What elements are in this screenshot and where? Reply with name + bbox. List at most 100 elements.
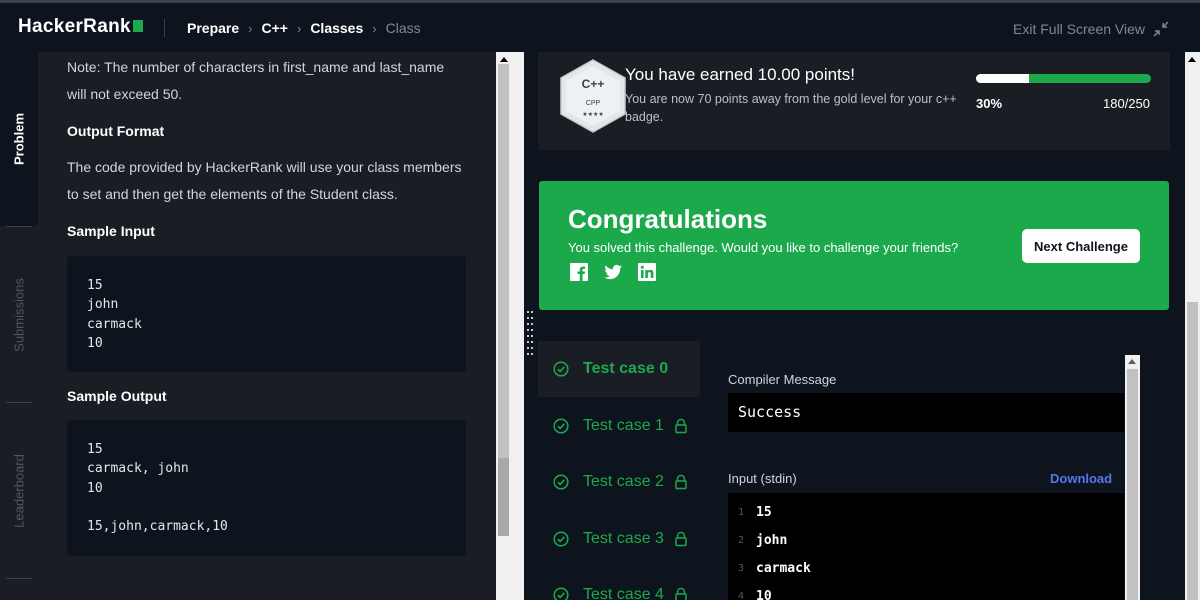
check-circle-icon: [553, 587, 569, 600]
stdin-line: 1 15: [728, 498, 772, 526]
test-case-item[interactable]: Test case 3: [538, 511, 700, 567]
line-value: 10: [756, 588, 772, 600]
test-case-label: Test case 3: [583, 529, 664, 547]
header-divider: [164, 19, 165, 37]
input-stdin-box: 1 15 2 john 3 carmack 4 10: [728, 493, 1124, 600]
output-format-text: The code provided by HackerRank will use…: [67, 159, 462, 202]
test-case-label: Test case 4: [583, 586, 664, 600]
congratulations-banner: Congratulations You solved this challeng…: [539, 181, 1169, 310]
scroll-up-arrow-icon[interactable]: [500, 57, 508, 62]
line-value: carmack: [756, 560, 811, 576]
input-stdin-label: Input (stdin): [728, 471, 797, 486]
breadcrumb-prepare[interactable]: Prepare: [187, 20, 239, 36]
badge-hex-title: C++: [582, 77, 605, 91]
logo-text: HackerRank: [18, 16, 131, 37]
test-case-label: Test case 2: [583, 473, 664, 490]
line-value: 15: [756, 504, 772, 520]
download-link[interactable]: Download: [1050, 471, 1112, 486]
test-output-area: Compiler Message Success Input (stdin) D…: [728, 355, 1133, 600]
tab-divider: [6, 578, 32, 579]
collapse-icon[interactable]: [1153, 21, 1169, 37]
check-circle-icon: [553, 361, 569, 377]
panel-resize-handle[interactable]: [526, 309, 534, 355]
problem-note: Note: The number of characters in first_…: [67, 59, 445, 102]
congrats-title: Congratulations: [568, 204, 768, 234]
test-case-label: Test case 0: [583, 360, 669, 377]
breadcrumb-class: Class: [385, 20, 421, 36]
sample-output-box: 15 carmack, john 10 15,john,carmack,10: [67, 420, 466, 556]
line-value: john: [756, 532, 788, 548]
badge-card: C++ CPP ★★★★ You have earned 10.00 point…: [538, 52, 1170, 150]
lock-icon: [675, 474, 687, 490]
line-number: 1: [737, 506, 744, 518]
badge-stars: ★★★★: [582, 111, 604, 118]
check-circle-icon: [553, 474, 569, 490]
breadcrumb-classes[interactable]: Classes: [310, 20, 363, 36]
results-panel: C++ CPP ★★★★ You have earned 10.00 point…: [538, 52, 1200, 600]
points-earned-subtext: You are now 70 points away from the gold…: [625, 92, 957, 124]
tab-leaderboard[interactable]: Leaderboard: [0, 404, 38, 578]
scrollbar-thumb[interactable]: [1127, 369, 1138, 600]
stdin-line: 3 carmack: [728, 554, 811, 582]
badge-hex-sub: CPP: [586, 100, 601, 107]
sample-input-box: 15 john carmack 10: [67, 256, 466, 372]
chevron-right-icon: ›: [296, 20, 302, 36]
line-number: 4: [737, 590, 744, 600]
exit-full-screen-link[interactable]: Exit Full Screen View: [1013, 21, 1145, 37]
output-scrollbar[interactable]: [1125, 355, 1140, 600]
cpp-badge-icon: C++ CPP ★★★★: [560, 59, 626, 133]
hackerrank-logo[interactable]: HackerRank: [18, 16, 143, 38]
progress-percent: 30%: [976, 96, 1003, 111]
test-case-item[interactable]: Test case 1: [538, 398, 700, 454]
breadcrumb-cpp[interactable]: C++: [262, 20, 288, 36]
points-earned-title: You have earned 10.00 points!: [625, 65, 856, 84]
compiler-message-box: Success: [728, 393, 1124, 432]
chevron-right-icon: ›: [248, 20, 253, 36]
stdin-line: 2 john: [728, 526, 787, 554]
sample-output-heading: Sample Output: [67, 388, 167, 404]
top-bar: HackerRank Prepare › C++ › Classes › Cla…: [0, 0, 1200, 52]
scrollbar-thumb[interactable]: [498, 64, 509, 498]
scroll-up-arrow-icon[interactable]: [1188, 57, 1196, 62]
check-circle-icon: [553, 417, 569, 434]
lock-icon: [675, 418, 687, 433]
tab-problem[interactable]: Problem: [0, 52, 38, 226]
output-format-heading: Output Format: [67, 123, 165, 139]
page-scrollbar[interactable]: [1185, 52, 1200, 600]
sample-input-heading: Sample Input: [67, 223, 155, 239]
breadcrumb: Prepare › C++ › Classes › Class: [187, 20, 421, 36]
test-case-label: Test case 1: [583, 416, 664, 434]
chevron-right-icon: ›: [372, 20, 377, 36]
twitter-icon[interactable]: [603, 262, 623, 282]
progress-fill: [976, 74, 1029, 83]
logo-square-icon: [132, 20, 143, 32]
tab-divider: [6, 226, 32, 227]
compiler-message-label: Compiler Message: [728, 372, 837, 387]
facebook-icon[interactable]: [569, 262, 589, 282]
stdin-line: 4 10: [728, 582, 772, 600]
lock-icon: [675, 587, 687, 600]
scrollbar-thumb-active[interactable]: [498, 458, 509, 536]
scroll-up-arrow-icon[interactable]: [1128, 359, 1136, 364]
line-number: 2: [737, 534, 744, 546]
tab-leaderboard-label: Leaderboard: [11, 454, 27, 528]
tab-divider: [6, 402, 32, 403]
problem-scrollbar[interactable]: [496, 52, 524, 600]
scrollbar-thumb[interactable]: [1187, 302, 1198, 600]
share-icons: [569, 262, 671, 282]
test-case-item[interactable]: Test case 4: [538, 567, 700, 600]
linkedin-icon[interactable]: [637, 262, 657, 282]
tab-submissions-label: Submissions: [11, 278, 27, 352]
check-circle-icon: [553, 530, 569, 547]
test-case-item[interactable]: Test case 2: [538, 454, 700, 510]
badge-progress-bar: [976, 74, 1151, 83]
congrats-subtitle: You solved this challenge. Would you lik…: [568, 240, 959, 255]
tab-problem-label: Problem: [11, 112, 27, 166]
side-tabs: Problem Submissions Leaderboard: [0, 52, 38, 600]
next-challenge-button[interactable]: Next Challenge: [1022, 229, 1140, 263]
lock-icon: [675, 531, 687, 546]
tab-submissions[interactable]: Submissions: [0, 228, 38, 402]
test-case-item[interactable]: Test case 0: [538, 341, 700, 397]
line-number: 3: [737, 562, 744, 574]
problem-panel: Note: The number of characters in first_…: [38, 52, 496, 600]
